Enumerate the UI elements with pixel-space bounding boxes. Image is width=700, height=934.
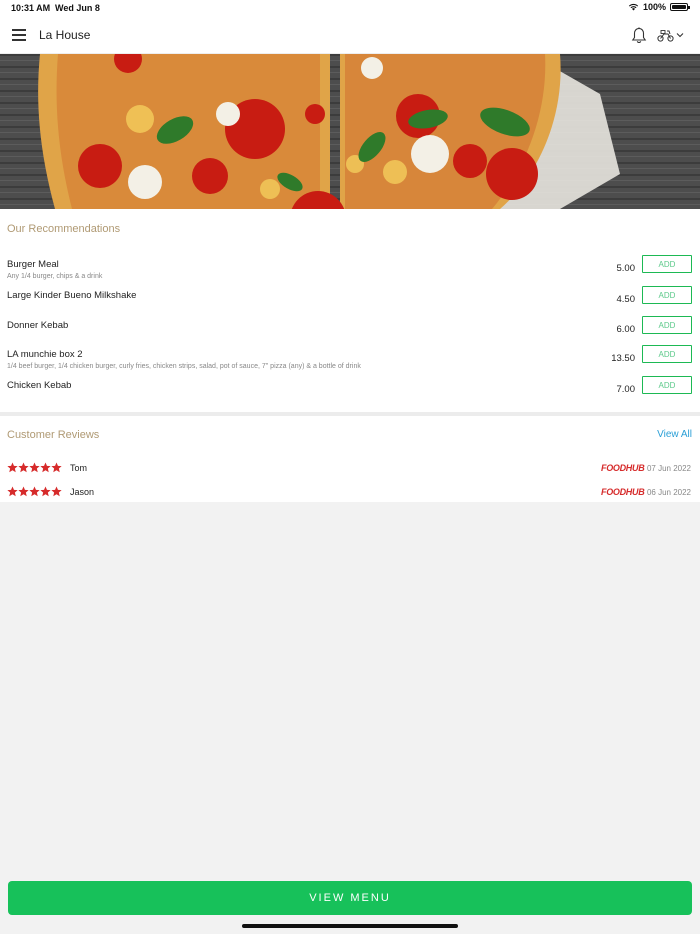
view-menu-button[interactable]: VIEW MENU: [8, 881, 692, 915]
rec-item: Large Kinder Bueno Milkshake 4.50 ADD: [0, 286, 700, 320]
add-button[interactable]: ADD: [642, 376, 692, 394]
review-source-logo: FOODHUB: [601, 487, 645, 497]
review-source-logo: FOODHUB: [601, 463, 645, 473]
chevron-down-icon: [676, 33, 684, 38]
wifi-icon: [628, 3, 639, 11]
review-row: Tom FOODHUB 07 Jun 2022: [0, 462, 700, 476]
recommendations-section: Our Recommendations Burger Meal Any 1/4 …: [0, 209, 700, 412]
rec-item-name: LA munchie box 2: [7, 349, 83, 360]
home-indicator[interactable]: [242, 924, 458, 928]
star-icon: [7, 486, 18, 497]
rec-item-price: 13.50: [611, 353, 635, 364]
battery-percent: 100%: [642, 2, 666, 12]
star-icon: [51, 462, 62, 473]
star-icon: [18, 486, 29, 497]
status-date: Wed Jun 8: [55, 3, 100, 13]
rec-item: Burger Meal Any 1/4 burger, chips & a dr…: [0, 255, 700, 289]
rec-item-price: 4.50: [616, 294, 636, 305]
reviewer-name: Tom: [70, 463, 88, 473]
review-row: Jason FOODHUB 06 Jun 2022: [0, 486, 700, 500]
rec-item-name: Donner Kebab: [7, 320, 69, 331]
rec-item-price: 7.00: [616, 384, 636, 395]
menu-icon[interactable]: [12, 29, 26, 41]
view-all-reviews-link[interactable]: View All: [657, 429, 692, 440]
battery-icon: [670, 3, 690, 11]
recommendations-title: Our Recommendations: [7, 223, 121, 235]
rec-item-desc: 1/4 beef burger, 1/4 chicken burger, cur…: [7, 363, 361, 370]
rec-item-name: Large Kinder Bueno Milkshake: [7, 290, 137, 301]
rec-item-price: 5.00: [616, 263, 636, 274]
rec-item-name: Burger Meal: [7, 259, 59, 270]
rec-item: Donner Kebab 6.00 ADD: [0, 316, 700, 350]
app-header: La House: [0, 16, 700, 54]
reviews-title: Customer Reviews: [7, 429, 100, 441]
review-date: 06 Jun 2022: [646, 488, 691, 497]
reviews-section: Customer Reviews View All Tom FOODHUB 07…: [0, 416, 700, 502]
star-icon: [29, 486, 40, 497]
bell-icon[interactable]: [631, 27, 647, 44]
rec-item-desc: Any 1/4 burger, chips & a drink: [7, 273, 103, 280]
star-icon: [29, 462, 40, 473]
rec-item-name: Chicken Kebab: [7, 380, 72, 391]
review-date: 07 Jun 2022: [646, 464, 691, 473]
status-time: 10:31 AM: [11, 3, 51, 13]
restaurant-title: La House: [39, 28, 91, 42]
pizza-image: [0, 54, 700, 209]
rec-item: LA munchie box 2 1/4 beef burger, 1/4 ch…: [0, 345, 700, 379]
add-button[interactable]: ADD: [642, 255, 692, 273]
reviewer-name: Jason: [70, 487, 95, 497]
status-bar: 10:31 AM Wed Jun 8 100%: [0, 0, 700, 16]
restaurant-banner-image: [0, 54, 700, 209]
delivery-mode-selector[interactable]: [657, 27, 687, 43]
add-button[interactable]: ADD: [642, 345, 692, 363]
star-icon: [40, 462, 51, 473]
rating-stars: [7, 486, 62, 497]
rec-item-price: 6.00: [616, 324, 636, 335]
status-right: 100%: [628, 2, 690, 12]
star-icon: [40, 486, 51, 497]
rating-stars: [7, 462, 62, 473]
star-icon: [18, 462, 29, 473]
add-button[interactable]: ADD: [642, 316, 692, 334]
rec-item: Chicken Kebab 7.00 ADD: [0, 376, 700, 410]
add-button[interactable]: ADD: [642, 286, 692, 304]
star-icon: [7, 462, 18, 473]
star-icon: [51, 486, 62, 497]
delivery-scooter-icon: [657, 29, 674, 42]
